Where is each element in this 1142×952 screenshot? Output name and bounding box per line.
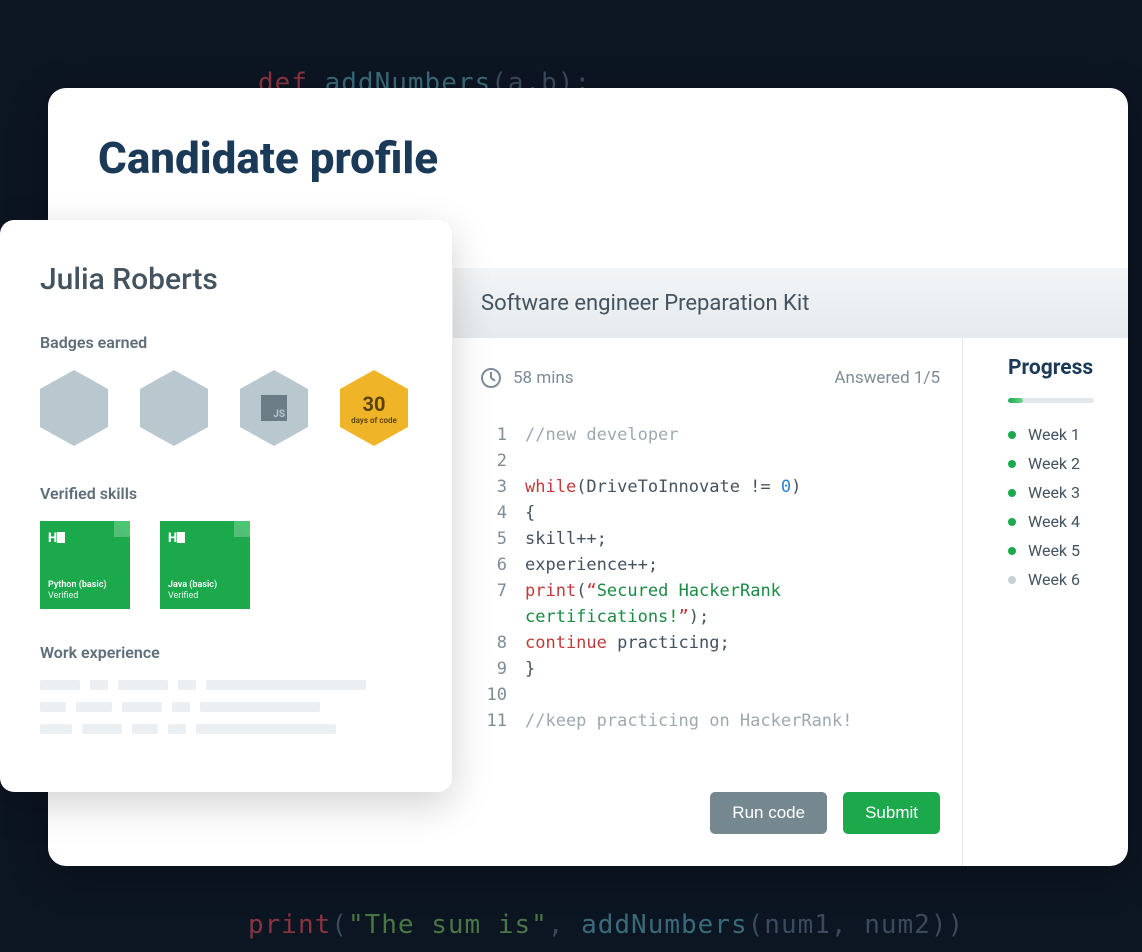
code-content: //keep practicing on HackerRank!: [525, 708, 853, 734]
candidate-name: Julia Roberts: [40, 262, 412, 297]
code-editor[interactable]: 1 //new developer 23 while(DriveToInnovate …: [481, 422, 940, 734]
javascript-icon: JS: [261, 395, 287, 421]
skill-name: Python (basic): [48, 580, 122, 591]
week-label: Week 4: [1028, 512, 1080, 531]
hackerrank-logo-icon: H: [168, 531, 242, 546]
code-content: experience++;: [525, 552, 658, 578]
skill-card-python: H Python (basic) Verified: [40, 521, 130, 609]
status-dot-done-icon: [1008, 431, 1016, 439]
line-number: 8: [481, 630, 507, 656]
code-content: }: [525, 656, 535, 682]
status-dot-done-icon: [1008, 547, 1016, 555]
line-number: 2: [481, 448, 507, 474]
line-number: 10: [481, 682, 507, 708]
week-label: Week 1: [1028, 425, 1080, 444]
skills-label: Verified skills: [40, 484, 412, 503]
kit-title: Software engineer Preparation Kit: [481, 291, 809, 316]
profile-card: Julia Roberts Badges earned JS 30 days o: [0, 220, 452, 792]
skills-row: H Python (basic) Verified H Java (basic)…: [40, 521, 412, 609]
progress-week-item[interactable]: Week 2: [1008, 454, 1118, 473]
week-label: Week 6: [1028, 570, 1080, 589]
work-experience-label: Work experience: [40, 643, 412, 662]
answered-count: Answered 1/5: [834, 368, 940, 388]
submit-button[interactable]: Submit: [843, 792, 940, 834]
line-number: 3: [481, 474, 507, 500]
run-code-button[interactable]: Run code: [710, 792, 827, 834]
progress-week-list: Week 1 Week 2 Week 3 Week 4 Week 5 Week 6: [1008, 425, 1118, 589]
line-number: 7: [481, 578, 507, 630]
skill-card-java: H Java (basic) Verified: [160, 521, 250, 609]
code-content: //new developer: [525, 422, 679, 448]
code-line: 3 while(DriveToInnovate != 0): [481, 474, 940, 500]
badge-javascript: JS: [240, 370, 308, 446]
line-number: 1: [481, 422, 507, 448]
status-dot-done-icon: [1008, 460, 1016, 468]
line-number: 5: [481, 526, 507, 552]
line-number: 6: [481, 552, 507, 578]
badge-python: [40, 370, 108, 446]
badges-label: Badges earned: [40, 333, 412, 352]
editor-actions: Run code Submit: [710, 792, 940, 834]
status-dot-done-icon: [1008, 489, 1016, 497]
code-line: 2: [481, 448, 940, 474]
days-of-code-number: 30: [363, 392, 386, 416]
skill-name: Java (basic): [168, 580, 242, 591]
progress-week-item[interactable]: Week 4: [1008, 512, 1118, 531]
code-line: 8 continue practicing;: [481, 630, 940, 656]
week-label: Week 2: [1028, 454, 1080, 473]
line-number: 9: [481, 656, 507, 682]
code-line: 5 skill++;: [481, 526, 940, 552]
editor-meta: 58 mins Answered 1/5: [481, 368, 940, 388]
week-label: Week 5: [1028, 541, 1080, 560]
code-line: 11 //keep practicing on HackerRank!: [481, 708, 940, 734]
status-dot-undone-icon: [1008, 576, 1016, 584]
code-content: continue practicing;: [525, 630, 730, 656]
progress-week-item[interactable]: Week 1: [1008, 425, 1118, 444]
progress-bar: [1008, 398, 1094, 403]
code-line: 4{: [481, 500, 940, 526]
code-content: skill++;: [525, 526, 607, 552]
background-code-bottom: print("The sum is", addNumbers(num1, num…: [248, 910, 964, 940]
line-number: 11: [481, 708, 507, 734]
progress-title: Progress: [1008, 356, 1118, 380]
time-remaining: 58 mins: [513, 368, 574, 388]
progress-week-item[interactable]: Week 6: [1008, 570, 1118, 589]
code-content: while(DriveToInnovate != 0): [525, 474, 801, 500]
badges-row: JS 30 days of code: [40, 370, 412, 446]
code-content: print(“Secured HackerRank certifications…: [525, 578, 940, 630]
progress-week-item[interactable]: Week 5: [1008, 541, 1118, 560]
work-experience-placeholder: [40, 680, 412, 734]
code-line: 7 print(“Secured HackerRank certification…: [481, 578, 940, 630]
badge-days-of-code: 30 days of code: [340, 370, 408, 446]
progress-week-item[interactable]: Week 3: [1008, 483, 1118, 502]
badge-java: [140, 370, 208, 446]
kit-header: Software engineer Preparation Kit: [453, 268, 1128, 338]
line-number: 4: [481, 500, 507, 526]
editor-area: 58 mins Answered 1/5 1 //new developer 23w…: [453, 338, 963, 866]
code-line: 6 experience++;: [481, 552, 940, 578]
code-line: 1 //new developer: [481, 422, 940, 448]
progress-fill: [1008, 398, 1023, 403]
status-dot-done-icon: [1008, 518, 1016, 526]
progress-panel: Progress Week 1Week 2Week 3Week 4Week 5W…: [1008, 356, 1118, 599]
skill-verified: Verified: [48, 591, 122, 601]
code-content: {: [525, 500, 535, 526]
page-title: Candidate profile: [98, 132, 438, 184]
hackerrank-logo-icon: H: [48, 531, 122, 546]
week-label: Week 3: [1028, 483, 1080, 502]
clock-icon: [481, 368, 501, 388]
skill-verified: Verified: [168, 591, 242, 601]
code-line: 9}: [481, 656, 940, 682]
days-of-code-text: days of code: [351, 416, 397, 425]
code-line: 10: [481, 682, 940, 708]
